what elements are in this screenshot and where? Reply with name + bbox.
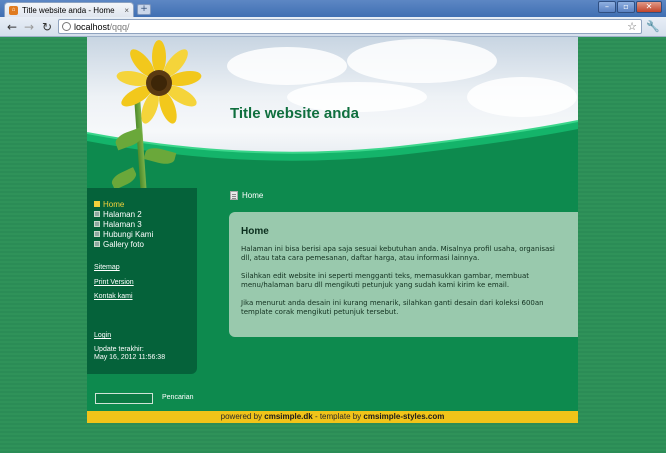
cmsimple-link[interactable]: cmsimple.dk [264, 412, 312, 421]
breadcrumb: Home [230, 191, 263, 200]
sunflower-icon [116, 40, 202, 124]
site-title: Title website anda [230, 105, 359, 122]
close-window-button[interactable]: ✕ [636, 1, 662, 13]
window-controls: – ▫ ✕ [598, 1, 662, 13]
bullet-icon [94, 201, 100, 207]
back-arrow-icon[interactable]: ← [5, 20, 19, 34]
globe-icon [62, 22, 71, 31]
menu-item-gallery-foto[interactable]: Gallery foto [94, 239, 153, 249]
document-icon [230, 191, 238, 200]
sidebar: Home Halaman 2 Halaman 3 Hubungi Kami Ga… [87, 188, 197, 374]
address-bar[interactable]: localhost/qqq/ ☆ [58, 19, 642, 34]
bookmark-star-icon[interactable]: ☆ [627, 20, 637, 33]
forward-arrow-icon[interactable]: → [22, 20, 36, 34]
reload-icon[interactable]: ↻ [40, 20, 54, 34]
new-tab-button[interactable]: + [137, 4, 151, 15]
browser-titlebar: ⌂ Title website anda - Home × + – ▫ ✕ [0, 0, 666, 17]
menu-item-halaman-2[interactable]: Halaman 2 [94, 209, 153, 219]
content-paragraph: Halaman ini bisa berisi apa saja sesuai … [241, 245, 555, 262]
login-link[interactable]: Login [94, 332, 111, 339]
tab-close-icon[interactable]: × [124, 6, 129, 15]
favicon-icon: ⌂ [9, 5, 18, 15]
main-menu: Home Halaman 2 Halaman 3 Hubungi Kami Ga… [94, 199, 153, 249]
bullet-icon [94, 231, 100, 237]
menu-item-home[interactable]: Home [94, 199, 153, 209]
sitemap-link[interactable]: Sitemap [94, 264, 120, 271]
site-footer: powered by cmsimple.dk - template by cms… [87, 411, 578, 423]
search-input[interactable] [95, 393, 153, 404]
menu-item-halaman-3[interactable]: Halaman 3 [94, 219, 153, 229]
search-button[interactable]: Pencarian [162, 394, 194, 401]
url-text: localhost/qqq/ [74, 21, 130, 32]
print-version-link[interactable]: Print Version [94, 279, 134, 286]
browser-tab[interactable]: ⌂ Title website anda - Home × [4, 2, 134, 17]
bullet-icon [94, 221, 100, 227]
browser-toolbar: ← → ↻ localhost/qqq/ ☆ 🔧 [0, 17, 666, 37]
tab-title: Title website anda - Home [22, 5, 115, 15]
wrench-icon[interactable]: 🔧 [646, 20, 660, 33]
page-title: Home [241, 226, 269, 237]
breadcrumb-home[interactable]: Home [242, 191, 263, 200]
content-box: Home Halaman ini bisa berisi apa saja se… [229, 212, 578, 337]
last-updated-value: May 16, 2012 11:56:38 [94, 354, 166, 361]
bullet-icon [94, 211, 100, 217]
cmsimple-styles-link[interactable]: cmsimple-styles.com [363, 412, 444, 421]
content-paragraph: Silahkan edit website ini seperti mengga… [241, 272, 530, 289]
bullet-icon [94, 241, 100, 247]
contact-link[interactable]: Kontak kami [94, 293, 133, 300]
maximize-button[interactable]: ▫ [617, 1, 635, 13]
page-viewport: Title website anda Home Halaman 2 Halama… [0, 37, 666, 453]
content-paragraph: Jika menurut anda desain ini kurang mena… [241, 299, 544, 316]
minimize-button[interactable]: – [598, 1, 616, 13]
site-container: Title website anda Home Halaman 2 Halama… [87, 37, 578, 423]
menu-item-hubungi-kami[interactable]: Hubungi Kami [94, 229, 153, 239]
last-updated-label: Update terakhir: [94, 346, 144, 353]
